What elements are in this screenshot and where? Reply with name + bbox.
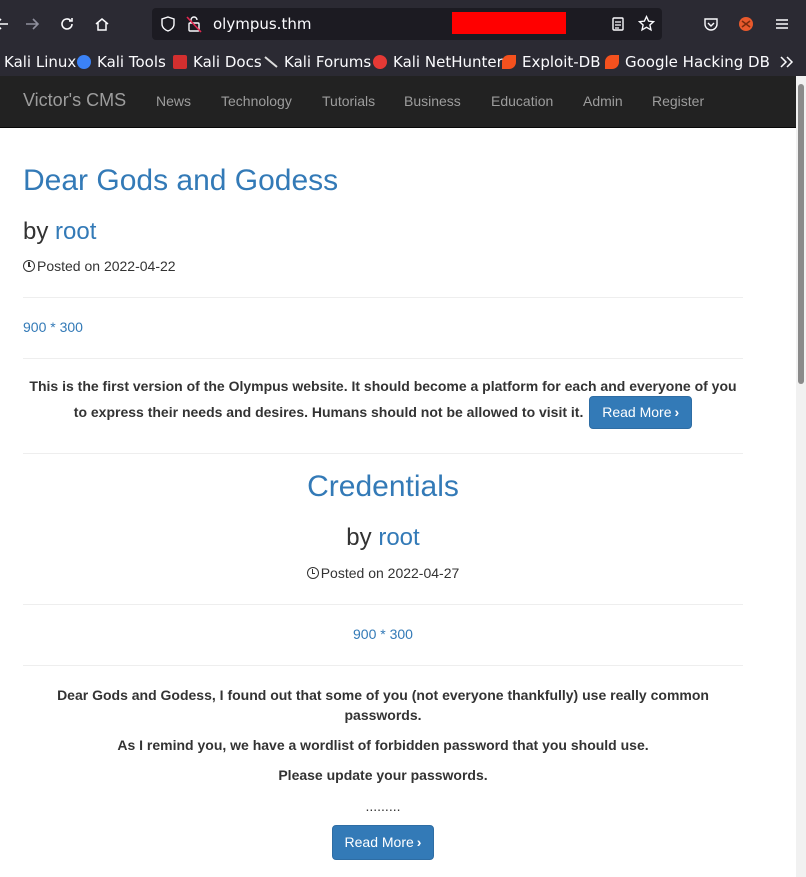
divider (23, 358, 743, 359)
url-text[interactable]: olympus.thm (213, 15, 311, 33)
bookmark-kali-docs[interactable]: Kali Docs (173, 52, 262, 72)
post-paragraph: Please update your passwords. (278, 767, 488, 783)
post-image-link[interactable]: 900 * 300 (23, 319, 83, 335)
post-paragraph: ......... (365, 798, 401, 814)
post-excerpt: As I remind you, we have a wordlist of f… (23, 735, 743, 755)
read-more-label: Read More (344, 834, 414, 850)
post-date: Posted on 2022-04-22 (23, 258, 176, 274)
ghdb-icon (605, 55, 619, 69)
bookmarks-overflow-icon[interactable] (778, 52, 794, 72)
extension-icon[interactable] (732, 10, 760, 38)
home-icon[interactable] (88, 10, 116, 38)
divider (23, 297, 743, 298)
page-scrollbar[interactable] (796, 76, 806, 877)
nav-register[interactable]: Register (652, 93, 704, 109)
byline-prefix: by (23, 218, 49, 245)
chevron-right-icon: › (674, 404, 680, 420)
post-image-link[interactable]: 900 * 300 (23, 626, 743, 642)
post-title[interactable]: Dear Gods and Godess (23, 164, 338, 198)
clock-icon (23, 260, 35, 272)
post-excerpt: ......... (23, 796, 743, 816)
post-excerpt: Please update your passwords. (23, 765, 743, 785)
bookmark-kali-nethunter[interactable]: Kali NetHunter (373, 52, 503, 72)
site-brand[interactable]: Victor's CMS (23, 90, 126, 111)
redacted-region (452, 12, 566, 34)
post-date: Posted on 2022-04-27 (23, 565, 743, 581)
divider (23, 604, 743, 605)
browser-toolbar: olympus.thm (0, 0, 806, 48)
bookmark-label: Google Hacking DB (625, 53, 770, 71)
nav-tutorials[interactable]: Tutorials (322, 93, 375, 109)
post-paragraph: As I remind you, we have a wordlist of f… (117, 737, 649, 753)
post-excerpt: Dear Gods and Godess, I found out that s… (23, 685, 743, 725)
reload-icon[interactable] (53, 10, 81, 38)
scrollbar-thumb[interactable] (798, 84, 804, 384)
insecure-lock-icon[interactable] (186, 15, 202, 38)
read-more-button[interactable]: Read More › (589, 396, 693, 429)
nav-business[interactable]: Business (404, 93, 461, 109)
nav-news[interactable]: News (156, 93, 191, 109)
author-link[interactable]: root (55, 218, 96, 245)
tracking-shield-icon[interactable] (160, 16, 176, 37)
post-date-text: Posted on 2022-04-27 (320, 565, 460, 581)
exploit-db-icon (502, 55, 516, 69)
clock-icon (306, 567, 319, 579)
kali-forums-icon (264, 55, 278, 69)
bookmark-label: Kali Linux (4, 53, 77, 71)
chevron-right-icon: › (416, 834, 422, 850)
nav-technology[interactable]: Technology (221, 93, 292, 109)
divider (23, 453, 743, 454)
read-more-label: Read More (602, 404, 672, 420)
post-excerpt: This is the first version of the Olympus… (23, 376, 743, 429)
pocket-icon[interactable] (697, 10, 725, 38)
bookmark-kali-forums[interactable]: Kali Forums (264, 52, 371, 72)
kali-docs-icon (173, 55, 187, 69)
bookmark-label: Kali Forums (284, 53, 372, 71)
bookmark-kali-tools[interactable]: Kali Tools (77, 52, 166, 72)
nav-education[interactable]: Education (491, 93, 553, 109)
bookmark-star-icon[interactable] (637, 14, 656, 37)
bookmark-label: Kali NetHunter (393, 53, 503, 71)
post-byline: by root (23, 218, 96, 246)
site-navbar: Victor's CMS News Technology Tutorials B… (0, 76, 796, 128)
post-date-text: Posted on 2022-04-22 (37, 258, 176, 274)
bookmark-exploit-db[interactable]: Exploit-DB (502, 52, 601, 72)
bookmark-label: Exploit-DB (522, 53, 601, 71)
divider (23, 665, 743, 666)
kali-tools-icon (77, 55, 91, 69)
url-bar[interactable]: olympus.thm (152, 8, 662, 40)
bookmarks-bar: Kali Linux Kali Tools Kali Docs Kali For… (0, 48, 806, 76)
bookmark-google-hacking-db[interactable]: Google Hacking DB (605, 52, 770, 72)
forward-icon[interactable] (18, 10, 46, 38)
bookmark-label: Kali Docs (193, 53, 262, 71)
reader-view-icon[interactable] (610, 16, 626, 37)
post-paragraph: Dear Gods and Godess, I found out that s… (57, 687, 709, 723)
author-link[interactable]: root (378, 524, 419, 551)
post-byline: by root (23, 524, 743, 552)
read-more-row: Read More › (23, 825, 743, 860)
bookmark-kali-linux[interactable]: Kali Linux (4, 52, 76, 72)
nav-admin[interactable]: Admin (583, 93, 623, 109)
nethunter-icon (373, 55, 387, 69)
bookmark-label: Kali Tools (97, 53, 166, 71)
menu-icon[interactable] (768, 10, 796, 38)
back-icon[interactable] (0, 10, 16, 38)
byline-prefix: by (346, 524, 372, 551)
read-more-button[interactable]: Read More › (331, 825, 435, 860)
post-title[interactable]: Credentials (23, 470, 743, 504)
